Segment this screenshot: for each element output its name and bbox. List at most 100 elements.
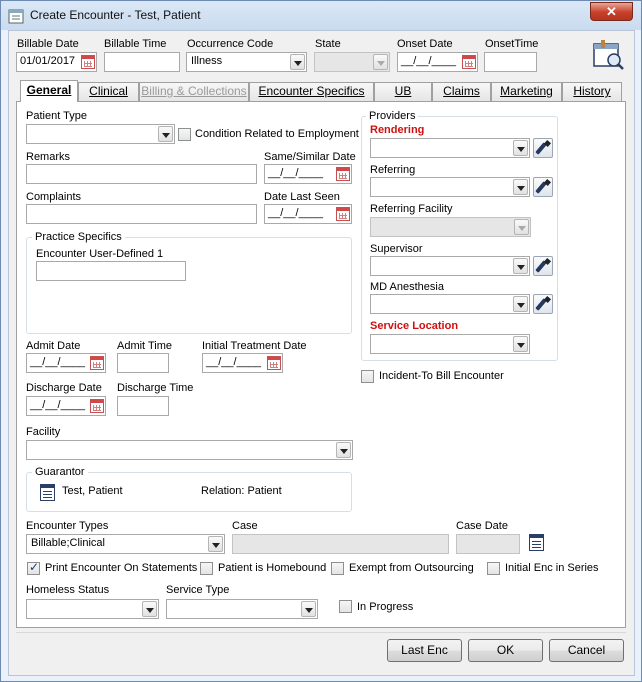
remarks-field[interactable] [26,164,257,184]
providers-title: Providers [366,110,419,122]
encounter-user-defined-label: Encounter User-Defined 1 [36,248,164,260]
chevron-down-icon[interactable] [208,536,223,552]
rendering-select[interactable] [370,138,530,158]
encounter-types-label: Encounter Types [26,520,109,532]
case-lookup-icon[interactable] [529,534,544,551]
initial-enc-series-checkbox[interactable] [487,562,500,575]
supervisor-lookup-icon[interactable] [533,256,553,276]
encounter-user-defined-field[interactable] [36,261,186,281]
rendering-lookup-icon[interactable] [533,138,553,158]
calendar-icon[interactable] [81,55,95,69]
in-progress-checkbox[interactable] [339,600,352,613]
case-date-field [456,534,520,554]
complaints-field[interactable] [26,204,257,224]
initial-treatment-date-field[interactable]: __/__/____ [202,353,283,373]
tab-marketing[interactable]: Marketing [491,82,562,101]
chevron-down-icon[interactable] [513,179,528,195]
chevron-down-icon[interactable] [142,601,157,617]
admit-date-label: Admit Date [26,340,81,352]
close-button[interactable]: ✕ [590,2,633,21]
remarks-label: Remarks [26,151,71,163]
occurrence-code-label: Occurrence Code [187,38,274,50]
referring-facility-label: Referring Facility [370,203,453,215]
chevron-down-icon[interactable] [301,601,316,617]
chevron-down-icon[interactable] [336,442,351,458]
chevron-down-icon[interactable] [158,126,173,142]
homebound-label: Patient is Homebound [218,562,327,574]
calendar-icon[interactable] [336,207,350,221]
incident-to-checkbox[interactable] [361,370,374,383]
initial-treatment-date-label: Initial Treatment Date [202,340,307,352]
facility-label: Facility [26,426,61,438]
tab-claims[interactable]: Claims [432,82,491,101]
tab-strip: General Clinical Billing & Collections E… [16,80,626,102]
admit-time-field[interactable] [117,353,169,373]
practice-specifics-title: Practice Specifics [32,231,125,243]
same-similar-date-value: __/__/____ [268,167,324,179]
md-anesthesia-select[interactable] [370,294,530,314]
last-enc-button[interactable]: Last Enc [387,639,462,662]
title-bar[interactable]: Create Encounter - Test, Patient ✕ [1,1,641,30]
referring-select[interactable] [370,177,530,197]
chevron-down-icon[interactable] [290,54,305,70]
service-location-label: Service Location [370,320,459,332]
state-select [314,52,390,72]
discharge-time-field[interactable] [117,396,169,416]
date-last-seen-field[interactable]: __/__/____ [264,204,352,224]
referring-facility-select [370,217,531,237]
print-on-statements-checkbox[interactable] [27,560,40,575]
date-last-seen-label: Date Last Seen [264,191,340,203]
calendar-icon[interactable] [90,399,104,413]
tab-history[interactable]: History [562,82,622,101]
admit-date-field[interactable]: __/__/____ [26,353,106,373]
billable-date-field[interactable]: 01/01/2017 [16,52,97,72]
calendar-icon[interactable] [336,167,350,181]
onset-date-field[interactable]: __/__/____ [397,52,478,72]
guarantor-name: Test, Patient [62,485,123,497]
referring-lookup-icon[interactable] [533,177,553,197]
state-label: State [315,38,341,50]
occurrence-code-select[interactable]: Illness [186,52,307,72]
service-type-select[interactable] [166,599,318,619]
tab-ub[interactable]: UB [374,82,432,101]
tab-general[interactable]: General [20,80,78,102]
onset-time-field[interactable] [484,52,537,72]
md-anesthesia-lookup-icon[interactable] [533,294,553,314]
discharge-date-label: Discharge Date [26,382,102,394]
calendar-icon[interactable] [90,356,104,370]
service-location-select[interactable] [370,334,530,354]
occurrence-code-value: Illness [191,55,223,67]
homebound-checkbox[interactable] [200,562,213,575]
tab-encounter-specifics[interactable]: Encounter Specifics [249,82,374,101]
cancel-button[interactable]: Cancel [549,639,624,662]
date-last-seen-value: __/__/____ [268,207,324,219]
guarantor-details-icon[interactable] [40,484,55,501]
footer-divider [16,632,626,633]
chevron-down-icon[interactable] [513,140,528,156]
billable-date-label: Billable Date [17,38,79,50]
encounter-types-value: Billable;Clinical [31,537,105,549]
exempt-outsourcing-checkbox[interactable] [331,562,344,575]
chevron-down-icon[interactable] [513,336,528,352]
same-similar-date-label: Same/Similar Date [264,151,356,163]
condition-related-checkbox[interactable] [178,128,191,141]
homeless-status-select[interactable] [26,599,159,619]
patient-lookup-icon[interactable] [592,38,626,70]
billable-time-field[interactable] [104,52,180,72]
patient-type-select[interactable] [26,124,175,144]
facility-select[interactable] [26,440,353,460]
chevron-down-icon[interactable] [513,296,528,312]
supervisor-select[interactable] [370,256,530,276]
complaints-label: Complaints [26,191,82,203]
calendar-icon[interactable] [267,356,281,370]
rendering-label: Rendering [370,124,425,136]
calendar-icon[interactable] [462,55,476,69]
tab-clinical[interactable]: Clinical [78,82,139,101]
case-label: Case [232,520,258,532]
chevron-down-icon[interactable] [513,258,528,274]
ok-button[interactable]: OK [468,639,543,662]
print-on-statements-label: Print Encounter On Statements [45,562,198,574]
discharge-date-field[interactable]: __/__/____ [26,396,106,416]
encounter-types-select[interactable]: Billable;Clinical [26,534,225,554]
same-similar-date-field[interactable]: __/__/____ [264,164,352,184]
